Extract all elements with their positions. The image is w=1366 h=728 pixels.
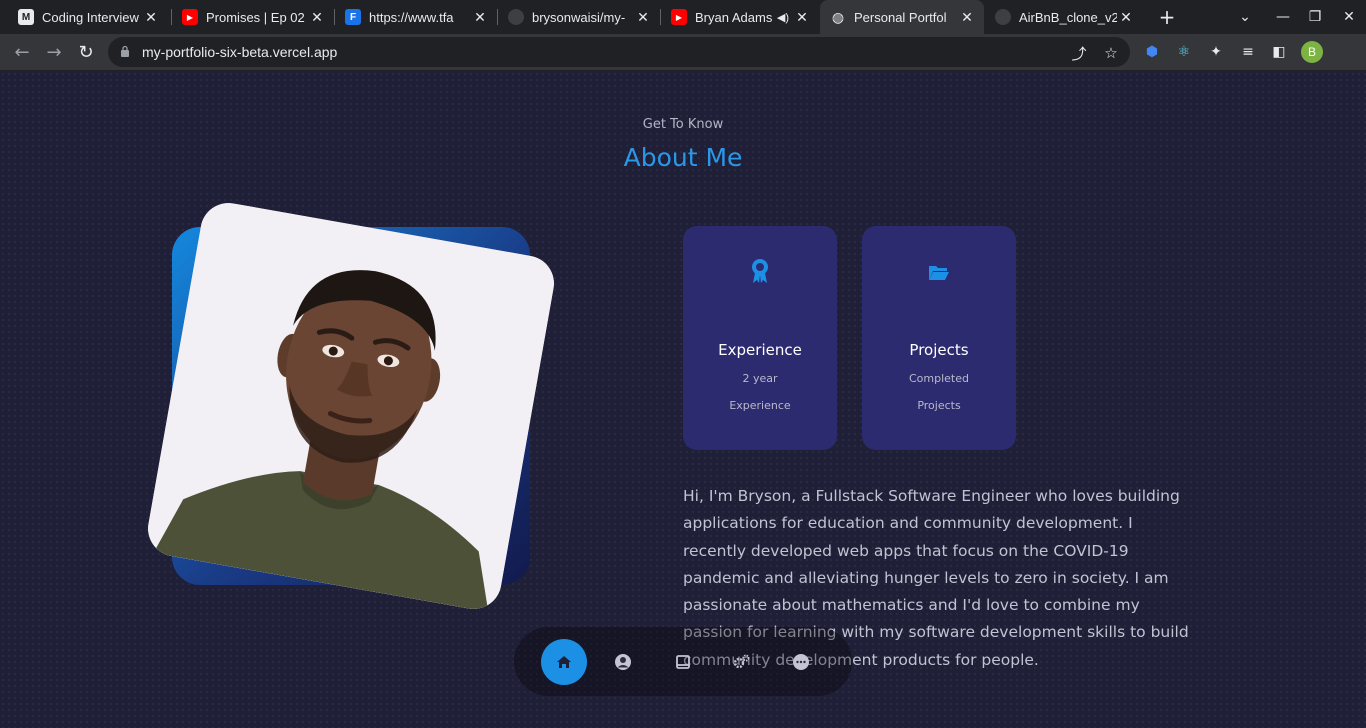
github-favicon bbox=[995, 9, 1011, 25]
react-devtools-icon[interactable]: ⚛ bbox=[1173, 41, 1195, 63]
new-tab-button[interactable]: + bbox=[1152, 0, 1182, 34]
tab-title: https://www.tfa bbox=[369, 9, 454, 25]
nav-home[interactable] bbox=[541, 639, 587, 685]
home-icon bbox=[557, 656, 571, 668]
share-icon[interactable]: ⤴ bbox=[1069, 43, 1089, 63]
youtube-favicon: ▶ bbox=[182, 9, 198, 25]
extensions-puzzle-icon[interactable]: ✦ bbox=[1205, 41, 1227, 63]
tab-personal-portfolio[interactable]: ◍ Personal Portfol ✕ bbox=[820, 0, 984, 34]
tab-promises[interactable]: ▶ Promises | Ep 02 ✕ bbox=[172, 0, 334, 34]
minimize-button[interactable]: — bbox=[1268, 0, 1298, 34]
experience-card: Experience 2 year Experience bbox=[683, 226, 837, 450]
forward-arrow-icon[interactable]: → bbox=[40, 38, 68, 66]
card-subtitle: Experience bbox=[729, 399, 791, 412]
tab-tfa[interactable]: F https://www.tfa ✕ bbox=[335, 0, 497, 34]
card-subtitle: Projects bbox=[917, 399, 961, 412]
tab-bryan-adams[interactable]: ▶ Bryan Adams ◀) ✕ bbox=[661, 0, 819, 34]
card-title: Experience bbox=[718, 341, 802, 359]
address-bar[interactable]: my-portfolio-six-beta.vercel.app ⤴ ☆ bbox=[108, 37, 1130, 67]
book-icon bbox=[676, 655, 690, 669]
close-window-button[interactable]: ✕ bbox=[1334, 0, 1364, 34]
tab-title: Bryan Adams bbox=[695, 9, 773, 25]
chat-icon bbox=[793, 654, 809, 670]
close-tab-icon[interactable]: ✕ bbox=[793, 9, 811, 26]
tab-title: Coding Interview bbox=[42, 9, 139, 25]
youtube-favicon: ▶ bbox=[671, 9, 687, 25]
tab-title: Personal Portfol bbox=[854, 9, 947, 25]
browser-toolbar: ← → ↻ my-portfolio-six-beta.vercel.app ⤴… bbox=[0, 34, 1366, 71]
services-icon bbox=[733, 654, 750, 669]
close-tab-icon[interactable]: ✕ bbox=[634, 9, 652, 26]
close-tab-icon[interactable]: ✕ bbox=[142, 9, 160, 26]
tab-airbnb-clone[interactable]: AirBnB_clone_v2 ✕ bbox=[985, 0, 1143, 34]
tab-github-portfolio[interactable]: brysonwaisi/my- ✕ bbox=[498, 0, 660, 34]
close-tab-icon[interactable]: ✕ bbox=[958, 9, 976, 26]
reload-icon[interactable]: ↻ bbox=[72, 38, 100, 66]
f-logo-favicon: F bbox=[345, 9, 361, 25]
card-subtitle: 2 year bbox=[742, 372, 778, 385]
url-text: my-portfolio-six-beta.vercel.app bbox=[142, 44, 338, 60]
bottom-navigation bbox=[514, 627, 852, 696]
folder-open-icon bbox=[929, 266, 949, 280]
profile-photo bbox=[143, 198, 559, 614]
reading-list-icon[interactable]: ≡ bbox=[1237, 41, 1259, 63]
nav-about[interactable] bbox=[600, 639, 646, 685]
nav-services[interactable] bbox=[719, 639, 765, 685]
extension-shield-icon[interactable]: ⬢ bbox=[1141, 41, 1163, 63]
github-favicon bbox=[508, 9, 524, 25]
nav-experience[interactable] bbox=[660, 639, 706, 685]
back-arrow-icon[interactable]: ← bbox=[8, 38, 36, 66]
award-icon bbox=[752, 259, 768, 283]
maximize-button[interactable]: ❐ bbox=[1300, 0, 1330, 34]
close-tab-icon[interactable]: ✕ bbox=[471, 9, 489, 26]
card-subtitle: Completed bbox=[909, 372, 969, 385]
portrait-illustration bbox=[143, 198, 559, 614]
bookmark-star-icon[interactable]: ☆ bbox=[1101, 43, 1121, 63]
tab-title: AirBnB_clone_v2 bbox=[1019, 9, 1117, 25]
section-kicker: Get To Know bbox=[642, 117, 724, 132]
side-panel-icon[interactable]: ◧ bbox=[1268, 41, 1290, 63]
profile-avatar[interactable]: B bbox=[1301, 41, 1323, 63]
tab-coding-interview[interactable]: M Coding Interview ✕ bbox=[8, 0, 168, 34]
coding-interview-favicon: M bbox=[18, 9, 34, 25]
speaker-icon[interactable]: ◀) bbox=[777, 11, 789, 24]
projects-card: Projects Completed Projects bbox=[862, 226, 1016, 450]
user-icon bbox=[615, 654, 631, 670]
card-title: Projects bbox=[909, 341, 969, 359]
close-tab-icon[interactable]: ✕ bbox=[1117, 9, 1135, 26]
lock-icon bbox=[121, 45, 129, 57]
tab-search-chevron-icon[interactable]: ⌄ bbox=[1230, 0, 1260, 34]
section-heading: About Me bbox=[623, 143, 743, 172]
close-tab-icon[interactable]: ✕ bbox=[308, 9, 326, 26]
globe-favicon: ◍ bbox=[831, 8, 845, 25]
tab-strip: M Coding Interview ✕ ▶ Promises | Ep 02 … bbox=[0, 0, 1366, 34]
about-section: Get To Know About Me Experience 2 year E… bbox=[0, 71, 1366, 728]
tab-title: brysonwaisi/my- bbox=[532, 9, 626, 25]
nav-contact[interactable] bbox=[778, 639, 824, 685]
tab-title: Promises | Ep 02 bbox=[206, 9, 305, 25]
